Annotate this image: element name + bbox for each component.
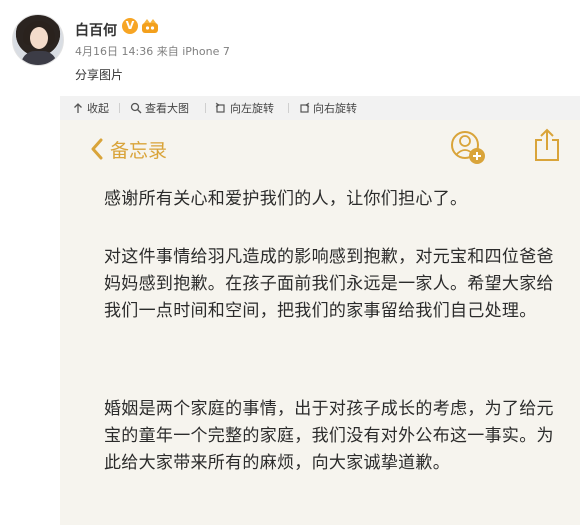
memo-paragraph: 感谢所有关心和爱护我们的人，让你们担心了。 — [104, 189, 468, 209]
source-prefix: 来自 — [156, 45, 179, 58]
collapse-label: 收起 — [87, 102, 109, 115]
post-meta: 4月16日 14:36 来自 iPhone 7 — [75, 43, 230, 59]
avatar-body — [21, 51, 57, 65]
view-large-button[interactable]: 查看大图 — [130, 96, 189, 120]
avatar-face — [30, 27, 48, 49]
view-large-label: 查看大图 — [145, 102, 189, 115]
image-toolbar: 收起 查看大图 向左旋转 向右旋转 — [60, 96, 580, 120]
post-text: 分享图片 — [75, 68, 124, 82]
toolbar-divider — [205, 103, 206, 113]
memo-back-label: 备忘录 — [110, 139, 168, 162]
username[interactable]: 白百何 — [75, 20, 117, 40]
toolbar-divider — [119, 103, 120, 113]
verified-badge-icon: V — [122, 18, 138, 34]
avatar[interactable] — [12, 14, 64, 66]
rotate-left-icon — [215, 102, 225, 113]
collapse-button[interactable]: 收起 — [72, 96, 109, 120]
collapse-icon — [74, 103, 82, 113]
rotate-left-button[interactable]: 向左旋转 — [215, 96, 274, 120]
memo-back-button[interactable]: 备忘录 — [90, 134, 167, 164]
rotate-right-label: 向右旋转 — [313, 102, 357, 115]
toolbar-divider — [288, 103, 289, 113]
share-upload-icon[interactable] — [534, 128, 560, 162]
memo-paragraph: 婚姻是两个家庭的事情，出于对孩子成长的考虑，为了给元宝的童年一个完整的家庭，我们… — [104, 399, 554, 473]
rotate-right-icon — [300, 102, 310, 113]
add-person-icon[interactable] — [448, 130, 486, 166]
post-header: 白百何 V 4月16日 14:36 来自 iPhone 7 分享图片 — [0, 0, 580, 98]
chevron-left-icon — [91, 138, 103, 160]
memo-paragraph: 对这件事情给羽凡造成的影响感到抱歉，对元宝和四位爸爸妈妈感到抱歉。在孩子面前我们… — [104, 247, 554, 321]
post-date[interactable]: 4月16日 14:36 — [75, 45, 153, 58]
post-source: iPhone 7 — [182, 45, 230, 58]
magnifier-icon — [130, 102, 142, 114]
rotate-left-label: 向左旋转 — [230, 102, 274, 115]
vip-crown-icon — [142, 19, 158, 33]
rotate-right-button[interactable]: 向右旋转 — [298, 96, 357, 120]
memo-screenshot[interactable]: 备忘录 感谢所有关心和爱护我们的人，让你们担心了。 对这件事情给羽凡造成的影响感… — [60, 120, 580, 525]
